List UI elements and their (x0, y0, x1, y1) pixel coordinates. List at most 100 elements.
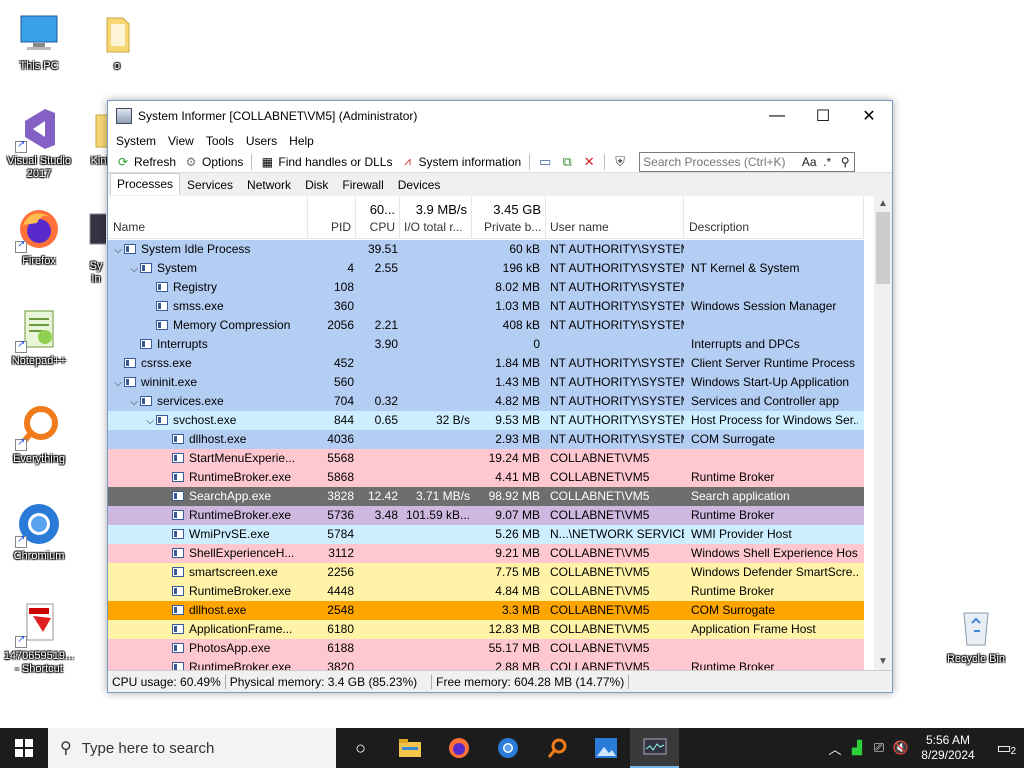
table-row[interactable]: csrss.exe 452 1.84 MB NT AUTHORITY\SYSTEM Cl… (108, 354, 864, 373)
desktop-icon-notepad-plus-plus[interactable]: Notepad++ (3, 305, 75, 368)
process-name-cell[interactable]: RuntimeBroker.exe (108, 468, 308, 487)
table-row[interactable]: ⌵ wininit.exe 560 1.43 MB NT AUTHORITY\SYSTE… (108, 373, 864, 392)
table-row[interactable]: ⌵ svchost.exe 844 0.65 32 B/s 9.53 MB NT AUTHO… (108, 411, 864, 430)
table-row[interactable]: RuntimeBroker.exe 5736 3.48 101.59 kB... 9.0… (108, 506, 864, 525)
scroll-thumb[interactable] (876, 212, 890, 284)
process-name-cell[interactable]: RuntimeBroker.exe (108, 582, 308, 601)
column-description[interactable]: Description (684, 196, 864, 239)
table-row[interactable]: Registry 108 8.02 MB NT AUTHORITY\SYSTEM (108, 278, 864, 297)
expand-chevron-icon[interactable]: ⌵ (144, 412, 156, 430)
regex-toggle[interactable]: .* (818, 155, 836, 169)
process-name-cell[interactable]: ⌵ svchost.exe (108, 411, 308, 430)
menu-view[interactable]: View (162, 134, 200, 148)
process-name-cell[interactable]: ⌵ wininit.exe (108, 373, 308, 392)
process-name-cell[interactable]: dllhost.exe (108, 601, 308, 620)
system-information-button[interactable]: ⩘ System information (396, 152, 525, 172)
desktop-icon-shortcut-file[interactable]: 1470659519... - Shortcut (3, 600, 75, 676)
process-name-cell[interactable]: Memory Compression (108, 316, 308, 335)
desktop-icon-this-pc[interactable]: This PC (3, 10, 75, 73)
table-row[interactable]: SearchApp.exe 3828 12.42 3.71 MB/s 98.92 MB C… (108, 487, 864, 506)
chevron-up-icon[interactable]: ︿ (824, 739, 846, 758)
desktop-icon-recycle-bin[interactable]: Recycle Bin (940, 603, 1012, 666)
clock[interactable]: 5:56 AM 8/29/2024 (912, 733, 984, 763)
process-name-cell[interactable]: RuntimeBroker.exe (108, 658, 308, 670)
process-name-cell[interactable]: smartscreen.exe (108, 563, 308, 582)
process-name-cell[interactable]: RuntimeBroker.exe (108, 506, 308, 525)
options-button[interactable]: ⚙ Options (180, 152, 247, 172)
expand-chevron-icon[interactable]: ⌵ (128, 393, 140, 411)
tab-services[interactable]: Services (180, 175, 240, 195)
column-user-name[interactable]: User name (546, 196, 684, 239)
process-name-cell[interactable]: WmiPrvSE.exe (108, 525, 308, 544)
expand-chevron-icon[interactable]: ⌵ (128, 260, 140, 278)
chromium-icon[interactable] (483, 728, 532, 768)
table-row[interactable]: Interrupts 3.90 0 Interrupts and DPCs (108, 335, 864, 354)
table-row[interactable]: StartMenuExperie... 5568 19.24 MB COLLABNET… (108, 449, 864, 468)
table-row[interactable]: ApplicationFrame... 6180 12.83 MB COLLABNET… (108, 620, 864, 639)
table-row[interactable]: PhotosApp.exe 6188 55.17 MB COLLABNET\VM5 (108, 639, 864, 658)
process-name-cell[interactable]: Registry (108, 278, 308, 297)
photos-icon[interactable] (581, 728, 630, 768)
vertical-scrollbar[interactable]: ▲ ▼ (874, 196, 892, 670)
expand-chevron-icon[interactable]: ⌵ (112, 241, 124, 259)
tab-firewall[interactable]: Firewall (335, 175, 390, 195)
process-name-cell[interactable]: ShellExperienceH... (108, 544, 308, 563)
table-row[interactable]: ShellExperienceH... 3112 9.21 MB COLLABNET\… (108, 544, 864, 563)
table-row[interactable]: RuntimeBroker.exe 5868 4.41 MB COLLABNET\VM… (108, 468, 864, 487)
match-case-toggle[interactable]: Aa (800, 155, 818, 169)
menu-tools[interactable]: Tools (200, 134, 240, 148)
tab-devices[interactable]: Devices (391, 175, 448, 195)
table-row[interactable]: ⌵ services.exe 704 0.32 4.82 MB NT AUTHORITY\… (108, 392, 864, 411)
firefox-icon[interactable] (434, 728, 483, 768)
table-row[interactable]: dllhost.exe 2548 3.3 MB COLLABNET\VM5 COM Su… (108, 601, 864, 620)
process-name-cell[interactable]: PhotosApp.exe (108, 639, 308, 658)
search-processes-input[interactable] (640, 154, 801, 169)
cpu-graph-tray-icon[interactable]: ▟ (846, 740, 868, 756)
desktop-icon-visual-studio[interactable]: Visual Studio 2017 (3, 105, 75, 181)
menu-users[interactable]: Users (240, 134, 283, 148)
volume-muted-icon[interactable]: 🔇 (890, 740, 912, 756)
menu-system[interactable]: System (110, 134, 162, 148)
column-cpu[interactable]: 60... CPU (356, 196, 400, 239)
column-name[interactable]: Name (108, 196, 308, 239)
tab-disk[interactable]: Disk (298, 175, 335, 195)
menu-help[interactable]: Help (283, 134, 320, 148)
expand-chevron-icon[interactable]: ⌵ (112, 374, 124, 392)
system-informer-icon[interactable] (630, 728, 679, 768)
column-pid[interactable]: PID (308, 196, 356, 239)
refresh-button[interactable]: ⟳ Refresh (112, 152, 180, 172)
process-name-cell[interactable]: dllhost.exe (108, 430, 308, 449)
table-row[interactable]: WmiPrvSE.exe 5784 5.26 MB N...\NETWORK SERV… (108, 525, 864, 544)
table-row[interactable]: ⌵ System 4 2.55 196 kB NT AUTHORITY\SYSTEM NT … (108, 259, 864, 278)
scroll-up-icon[interactable]: ▲ (874, 196, 892, 212)
shield-icon[interactable]: ⛨ (609, 152, 631, 172)
desktop-icon-system-informer[interactable]: Sy In (86, 210, 106, 286)
table-row[interactable]: smss.exe 360 1.03 MB NT AUTHORITY\SYSTEM Win… (108, 297, 864, 316)
desktop-icon-kinit[interactable]: Kinit (72, 105, 112, 168)
find-window-icon[interactable]: ⧉ (556, 152, 578, 172)
search-icon[interactable]: ⚲ (836, 155, 854, 169)
minimize-button[interactable]: — (754, 101, 800, 131)
scroll-down-icon[interactable]: ▼ (874, 654, 892, 670)
close-button[interactable]: ✕ (846, 101, 892, 131)
process-name-cell[interactable]: Interrupts (108, 335, 308, 354)
desktop-icon-folder-o[interactable]: o (81, 10, 153, 73)
table-row[interactable]: dllhost.exe 4036 2.93 MB NT AUTHORITY\SYSTE… (108, 430, 864, 449)
process-name-cell[interactable]: ⌵ System (108, 259, 308, 278)
process-name-cell[interactable]: csrss.exe (108, 354, 308, 373)
tab-processes[interactable]: Processes (110, 173, 181, 195)
table-row[interactable]: smartscreen.exe 2256 7.75 MB COLLABNET\VM5 W… (108, 563, 864, 582)
process-name-cell[interactable]: ApplicationFrame... (108, 620, 308, 639)
column-io-total[interactable]: 3.9 MB/s I/O total r... (400, 196, 472, 239)
process-name-cell[interactable]: ⌵ services.exe (108, 392, 308, 411)
find-handles-button[interactable]: ▦ Find handles or DLLs (256, 152, 396, 172)
file-explorer-icon[interactable] (385, 728, 434, 768)
process-name-cell[interactable]: StartMenuExperie... (108, 449, 308, 468)
column-private-bytes[interactable]: 3.45 GB Private b... (472, 196, 546, 239)
table-row[interactable]: ⌵ System Idle Process 39.51 60 kB NT AUTHORI… (108, 240, 864, 259)
desktop-icon-firefox[interactable]: Firefox (3, 205, 75, 268)
task-view-icon[interactable]: ○ (336, 728, 385, 768)
tab-network[interactable]: Network (240, 175, 298, 195)
process-name-cell[interactable]: ⌵ System Idle Process (108, 240, 308, 259)
window-icon[interactable]: ▭ (534, 152, 556, 172)
